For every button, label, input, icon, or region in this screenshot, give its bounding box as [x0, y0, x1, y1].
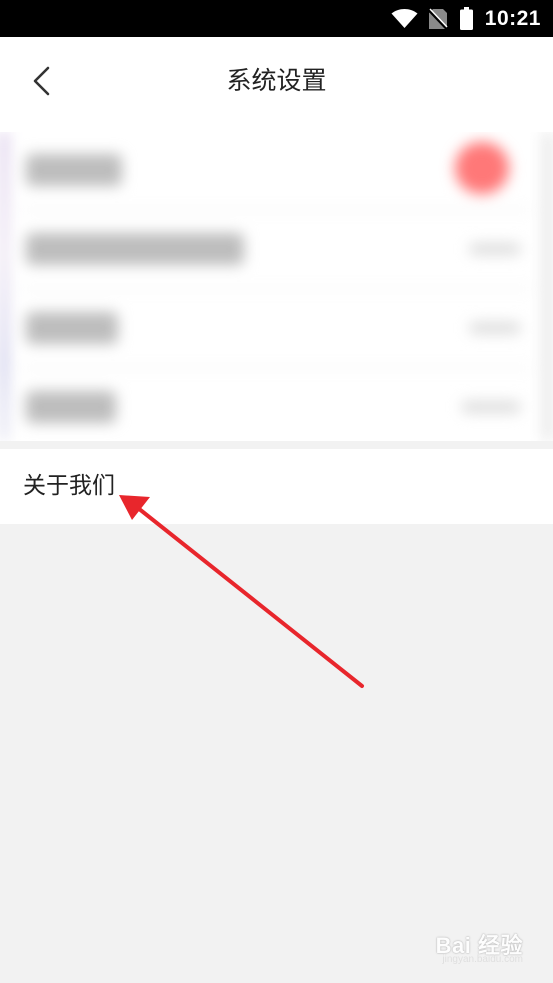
- blur-layer: [0, 132, 553, 441]
- blurred-row-text: [26, 233, 244, 265]
- blurred-row: [0, 369, 553, 441]
- baidu-watermark: Bai 经验 jingyan.baidu.com: [436, 928, 523, 965]
- page-header: 系统设置: [0, 37, 553, 132]
- battery-icon: [459, 7, 473, 30]
- wifi-icon: [391, 8, 418, 28]
- blurred-row: [0, 290, 553, 367]
- blurred-row-text: [26, 391, 116, 423]
- status-bar: 10:21: [0, 0, 553, 37]
- blurred-row-value: [469, 243, 521, 255]
- no-sim-icon: [427, 7, 448, 30]
- about-us-item[interactable]: 关于我们: [0, 449, 553, 524]
- blurred-settings-section: [0, 132, 553, 441]
- status-icons: 10:21: [391, 0, 541, 37]
- blurred-row: [0, 211, 553, 288]
- watermark-url: jingyan.baidu.com: [442, 954, 523, 965]
- about-us-label: 关于我们: [23, 473, 115, 499]
- blurred-row-value: [461, 401, 521, 413]
- blurred-row-value: [469, 322, 521, 334]
- blurred-row: [0, 132, 553, 209]
- page-title: 系统设置: [226, 66, 327, 95]
- blurred-row-text: [26, 154, 122, 186]
- blurred-row-badge: [455, 142, 509, 194]
- status-time: 10:21: [484, 6, 541, 30]
- blurred-row-text: [26, 312, 118, 344]
